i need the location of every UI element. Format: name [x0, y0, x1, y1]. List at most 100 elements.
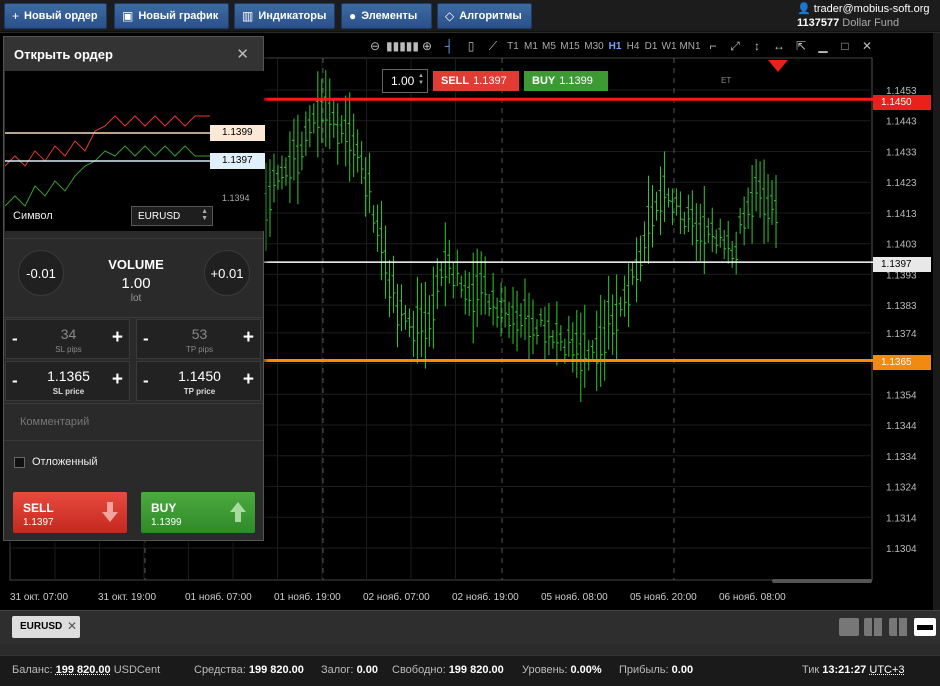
tf-M1[interactable]: M1 [522, 41, 540, 52]
comment-field[interactable]: Комментарий [4, 403, 263, 441]
autoscroll-icon[interactable]: ⤢ [724, 39, 746, 54]
volume-title: VOLUME [108, 257, 164, 272]
time-label: 01 нояб. 19:00 [274, 592, 341, 603]
crosshair-icon[interactable]: ⌐ [702, 39, 724, 53]
current-time-marker [768, 60, 788, 72]
symbol-select[interactable]: EURUSD ▲ ▼ [131, 206, 213, 226]
time-label: 02 нояб. 19:00 [452, 592, 519, 603]
line-chart-icon[interactable]: ⟋ [482, 39, 504, 54]
account-number: 1137577 [797, 17, 840, 29]
quick-quantity-input[interactable]: 1.00 ▲ ▼ [382, 69, 428, 93]
layout-single-icon[interactable] [839, 618, 859, 636]
price-axis-label: 1.1304 [886, 544, 917, 555]
minimize-icon[interactable]: ▁ [812, 39, 834, 53]
close-icon[interactable]: ✕ [236, 45, 249, 63]
mini-ask-tag: 1.1399 [210, 125, 265, 141]
order-panel-title: Открыть ордер [4, 37, 263, 71]
volume-minus-button[interactable]: -0.01 [18, 250, 64, 296]
time-label: 01 нояб. 07:00 [185, 592, 252, 603]
mini-bid-tag: 1.1397 [210, 153, 265, 169]
tf-W1[interactable]: W1 [660, 41, 678, 52]
price-axis-label: 1.1383 [886, 301, 917, 312]
arrow-up-icon [230, 502, 246, 522]
price-axis-label: 1.1354 [886, 390, 917, 401]
tf-H1[interactable]: H1 [606, 41, 624, 52]
margin: Залог: 0.00 [321, 664, 378, 676]
price-axis-label: 1.1443 [886, 117, 917, 128]
time-label: 31 окт. 19:00 [98, 592, 157, 603]
price-axis-label: 1.1393 [886, 270, 917, 281]
layout-rows-icon[interactable] [914, 618, 936, 636]
tf-M5[interactable]: M5 [540, 41, 558, 52]
spinner-icon[interactable]: ▲ ▼ [418, 73, 424, 87]
layout-grid-icon[interactable] [864, 618, 884, 636]
zoom-in-icon[interactable]: ⊕ [416, 39, 438, 53]
main-toolbar: + Новый ордер ▣ Новый график ▥ Индикаторы ●… [0, 0, 940, 32]
new-chart-button[interactable]: ▣ Новый график [114, 3, 229, 29]
time-label: 02 нояб. 07:00 [363, 592, 430, 603]
plus-icon: + [12, 9, 20, 23]
algorithms-button[interactable]: ◇ Алгоритмы [437, 3, 532, 29]
candle-chart-icon[interactable]: ▯ [460, 39, 482, 53]
sl-pips-stepper[interactable]: - + 34 SL pips [5, 319, 130, 359]
tp-price-stepper[interactable]: - + 1.1450 TP price [136, 361, 261, 401]
new-order-button[interactable]: + Новый ордер [4, 3, 107, 29]
account-fund: Dollar Fund [842, 17, 900, 29]
horizontal-scrollbar[interactable] [772, 579, 872, 583]
vertical-scale-icon[interactable]: ↕ [746, 39, 768, 53]
close-tab-icon[interactable]: ✕ [67, 619, 77, 633]
close-chart-icon[interactable]: ✕ [856, 39, 878, 53]
buy-button[interactable]: BUY 1.1399 [141, 492, 255, 533]
timezone-select[interactable]: UTC+3 [869, 664, 904, 676]
time-label: 05 нояб. 20:00 [630, 592, 697, 603]
tf-H4[interactable]: H4 [624, 41, 642, 52]
user-email: trader@mobius-soft.org [813, 3, 930, 15]
tf-M15[interactable]: M15 [558, 41, 582, 52]
volume-plus-button[interactable]: +0.01 [204, 250, 250, 296]
zoom-out-icon[interactable]: ⊖ [364, 39, 386, 53]
tf-M30[interactable]: M30 [582, 41, 606, 52]
account-info[interactable]: 👤 trader@mobius-soft.org 1137577 Dollar … [792, 0, 940, 32]
equity: Средства: 199 820.00 [194, 664, 304, 676]
sl-price-tag[interactable]: 1.1365 [873, 355, 931, 370]
price-axis-label: 1.1413 [886, 209, 917, 220]
tf-MN1[interactable]: MN1 [678, 41, 702, 52]
tp-pips-stepper[interactable]: - + 53 TP pips [136, 319, 261, 359]
pending-label: Отложенный [32, 456, 98, 468]
chevron-updown-icon: ▲ ▼ [201, 208, 208, 222]
price-axis-label: 1.1374 [886, 329, 917, 340]
bid-price-tag: 1.1397 [873, 257, 931, 272]
indicator-icon: ▥ [242, 9, 254, 23]
zoom-slider[interactable]: ▮▮▮▮▮ [386, 39, 419, 53]
maximize-icon[interactable]: □ [834, 39, 856, 53]
right-panel-handle[interactable] [933, 33, 940, 610]
detach-icon[interactable]: ⇱ [790, 39, 812, 53]
sell-button[interactable]: SELL 1.1397 [13, 492, 127, 533]
elements-button[interactable]: ● Элементы [341, 3, 432, 29]
tabs-bar [0, 610, 940, 644]
diamond-icon: ◇ [445, 9, 455, 23]
layout-columns-icon[interactable] [889, 618, 909, 636]
tab-eurusd[interactable]: EURUSD ✕ [12, 616, 80, 638]
indicators-button[interactable]: ▥ Индикаторы [234, 3, 335, 29]
sl-price-stepper[interactable]: - + 1.1365 SL price [5, 361, 130, 401]
horizontal-scale-icon[interactable]: ↔ [768, 39, 790, 53]
bar-chart-icon[interactable]: ┤ [438, 39, 460, 53]
pending-checkbox[interactable] [14, 457, 25, 468]
symbol-label: Символ [13, 210, 53, 222]
tf-D1[interactable]: D1 [642, 41, 660, 52]
trading-app: + Новый ордер ▣ Новый график ▥ Индикаторы ●… [0, 0, 940, 686]
volume-value[interactable]: 1.00 [91, 275, 181, 292]
quick-buy-button[interactable]: BUY 1.1399 [524, 71, 608, 91]
tick-time: Тик 13:21:27 UTC+3 [802, 664, 905, 676]
margin-level: Уровень: 0.00% [522, 664, 602, 676]
price-axis-label: 1.1334 [886, 452, 917, 463]
time-label: 31 окт. 07:00 [10, 592, 69, 603]
price-axis-label: 1.1314 [886, 513, 917, 524]
tp-price-tag[interactable]: 1.1450 [873, 95, 931, 110]
price-axis-label: 1.1403 [886, 240, 917, 251]
tf-T1[interactable]: T1 [504, 41, 522, 52]
order-panel: Открыть ордер ✕ 1.1399 1.1397 1.1394 Сим… [3, 36, 265, 541]
quick-sell-button[interactable]: SELL 1.1397 [433, 71, 519, 91]
time-label: 06 нояб. 08:00 [719, 592, 786, 603]
